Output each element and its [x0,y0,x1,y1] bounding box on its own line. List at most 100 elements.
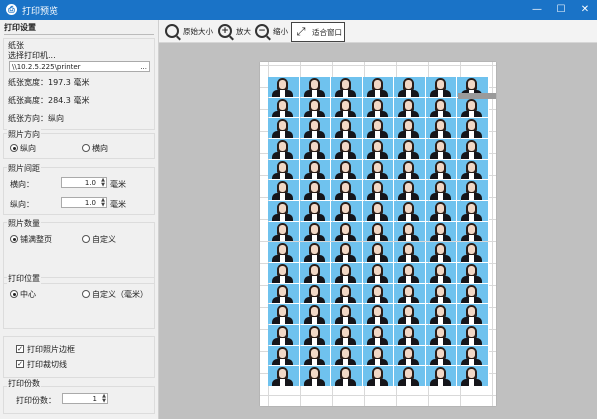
photo-shirt [437,110,443,118]
print-border-checkbox[interactable]: ✓ [16,345,24,353]
photo-face [468,204,476,213]
portrait-radio[interactable] [10,144,18,152]
minimize-button[interactable]: — [525,0,549,20]
paper-height-text: 纸张高度：284.3 毫米 [8,96,90,105]
photo-face [405,307,413,317]
id-photo [268,77,300,97]
id-photo [362,366,395,386]
id-photo [331,366,363,386]
photo-face [279,286,286,296]
photo-face [342,183,350,193]
print-position-label: 打印位置 [7,273,41,284]
photo-shirt [374,193,380,200]
photo-face [310,245,318,255]
photo-shirt [311,276,317,283]
copies-stepper[interactable]: 1 ▲ ▼ [62,393,108,404]
photo-face [468,162,476,172]
photo-shirt [311,214,317,221]
zoom-in-button[interactable]: + 放大 [218,22,251,40]
photo-face [279,80,286,89]
id-photo [299,180,332,200]
photo-shirt [280,276,285,283]
original-size-button[interactable]: 原始大小 [165,22,213,40]
photo-shirt [343,255,349,262]
id-photo [425,263,458,283]
id-photo [299,159,332,180]
photo-shirt [406,234,412,242]
vertical-spacing-stepper[interactable]: 1.0 ▲ ▼ [61,197,107,208]
photo-shirt [469,193,475,200]
id-photo [362,97,395,118]
photo-face [405,142,413,151]
print-cutline-checkbox[interactable]: ✓ [16,360,24,368]
id-photo [331,159,363,180]
photo-shirt [437,379,443,386]
id-photo [268,242,300,262]
custom-count-radio[interactable] [82,235,90,243]
zoom-out-button[interactable]: − 缩小 [255,22,288,40]
original-size-label: 原始大小 [183,26,213,36]
portrait-label: 纵向 [20,144,36,153]
photo-face [373,328,381,337]
photo-shirt [343,317,349,324]
horizontal-spacing-stepper[interactable]: 1.0 ▲ ▼ [61,177,107,188]
id-photo [268,263,300,283]
choose-printer-link[interactable]: 选择打印机... [8,50,56,61]
photo-face [436,204,444,213]
photo-shirt [374,110,380,118]
custom-position-radio[interactable] [82,290,90,298]
photo-shirt [280,214,285,221]
center-position-radio[interactable] [10,290,18,298]
stepper-arrows-icon[interactable]: ▲ ▼ [102,394,106,404]
stepper-arrows-icon[interactable]: ▲ ▼ [101,178,105,188]
panel-header: 打印设置 [4,22,154,35]
photo-shirt [374,172,380,180]
photo-shirt [469,276,475,283]
photo-shirt [469,379,475,386]
photo-face [342,328,350,337]
zoom-in-label: 放大 [236,26,251,36]
photo-shirt [437,193,443,200]
photo-shirt [343,193,349,200]
photo-shirt [280,234,285,242]
photo-face [436,121,444,131]
id-photo [299,325,332,345]
title-bar: ⎙ 打印预览 — ☐ ✕ [0,0,597,20]
id-photo [457,139,489,159]
landscape-radio[interactable] [82,144,90,152]
printer-path-field[interactable]: \\10.2.5.225\printer ... [9,61,150,72]
photo-shirt [311,90,317,97]
id-photo [394,159,426,180]
fill-page-radio[interactable] [10,235,18,243]
photo-face [310,142,318,151]
photo-face [279,348,286,358]
photo-face [310,80,318,89]
id-photo [394,201,426,221]
id-photo [394,263,426,283]
fit-window-button[interactable]: ⤢ 适合窗口 [291,22,345,42]
id-photo [394,77,426,97]
id-photo [394,242,426,262]
photo-face [436,328,444,337]
photo-shirt [311,131,317,138]
photo-shirt [406,276,412,283]
close-button[interactable]: ✕ [573,0,597,20]
photo-shirt [469,152,475,159]
stepper-arrows-icon[interactable]: ▲ ▼ [101,198,105,208]
photo-face [373,142,381,151]
photo-face [279,204,286,213]
id-photo [331,180,363,200]
id-photo [362,180,395,200]
preview-canvas[interactable] [159,43,597,419]
photo-face [342,348,350,358]
browse-printer-button[interactable]: ... [140,62,147,72]
maximize-button[interactable]: ☐ [549,0,573,20]
id-photo [299,118,332,138]
horizontal-spacing-label: 横向： [10,180,34,189]
id-photo [394,97,426,118]
photo-face [310,204,318,213]
id-photo [331,325,363,345]
print-position-group [3,277,155,329]
photo-shirt [374,234,380,242]
photo-face [436,307,444,317]
